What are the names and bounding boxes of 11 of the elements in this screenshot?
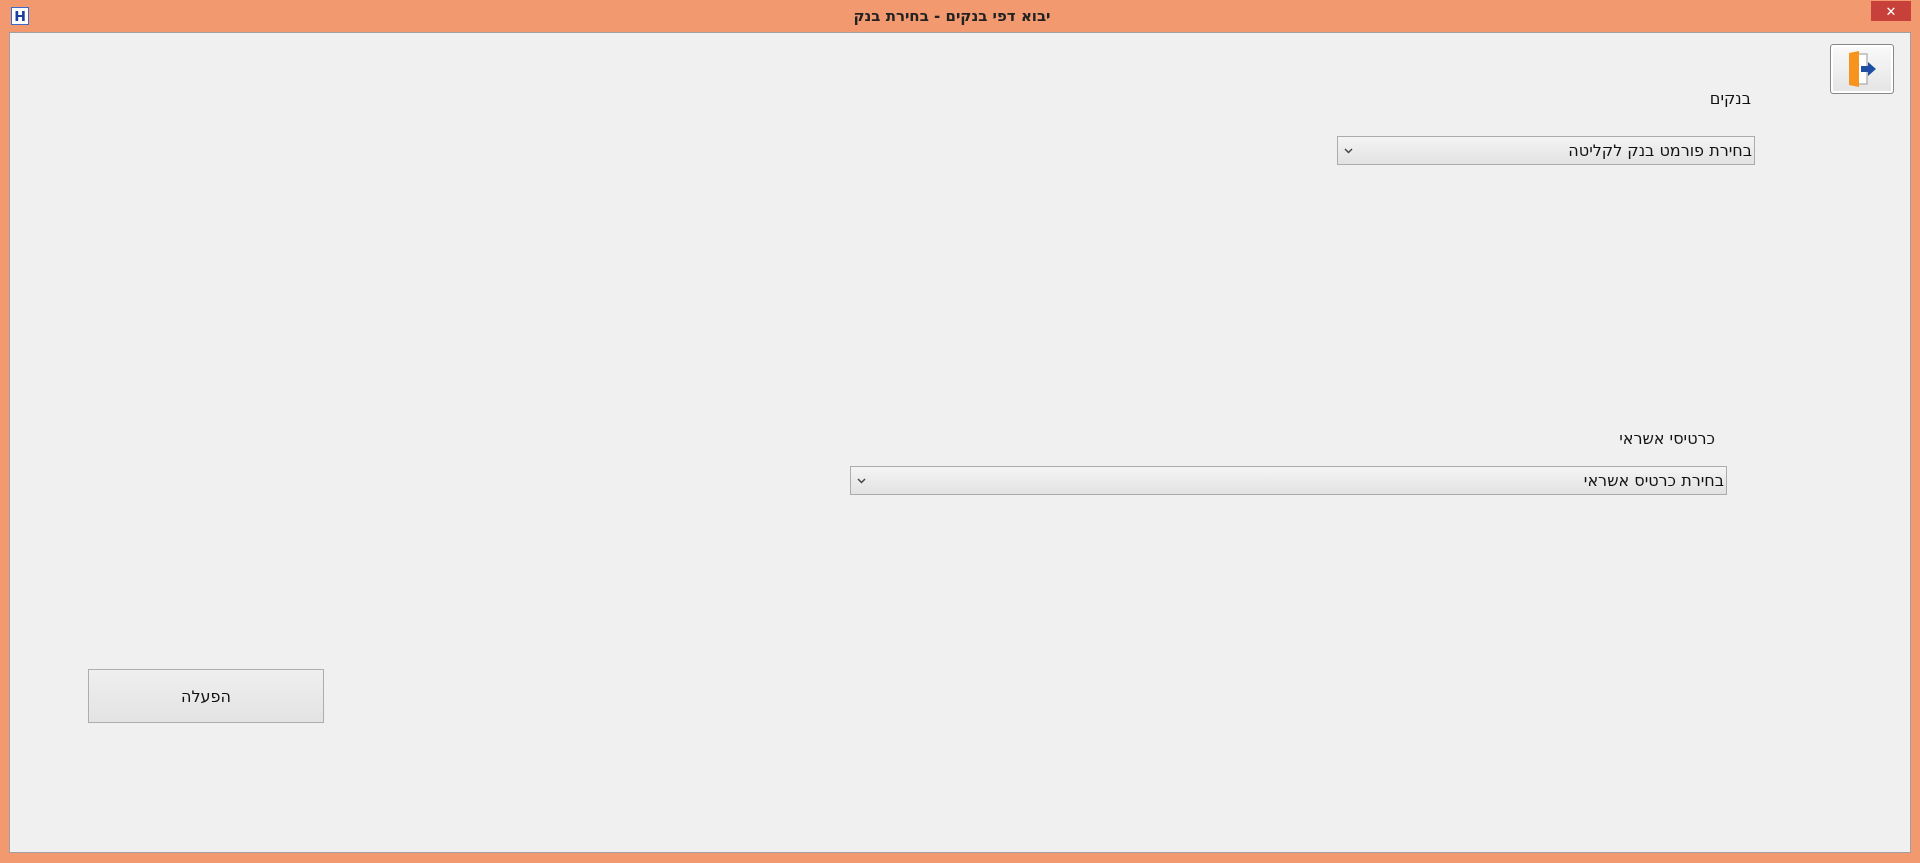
- caret-icon: [857, 477, 866, 484]
- credit-card-dropdown[interactable]: בחירת כרטיס אשראי: [850, 466, 1727, 495]
- exit-button[interactable]: [1830, 44, 1894, 94]
- close-button[interactable]: ✕: [1871, 1, 1911, 21]
- window-title: יבוא דפי בנקים - בחירת בנק: [853, 7, 1051, 25]
- banks-label: בנקים: [1709, 89, 1751, 108]
- caret-icon: [1344, 147, 1353, 154]
- run-button[interactable]: הפעלה: [88, 669, 324, 723]
- bank-format-dropdown[interactable]: בחירת פורמט בנק לקליטה: [1337, 136, 1755, 165]
- credit-cards-label: כרטיסי אשראי: [1619, 429, 1715, 448]
- app-icon: H: [11, 7, 29, 25]
